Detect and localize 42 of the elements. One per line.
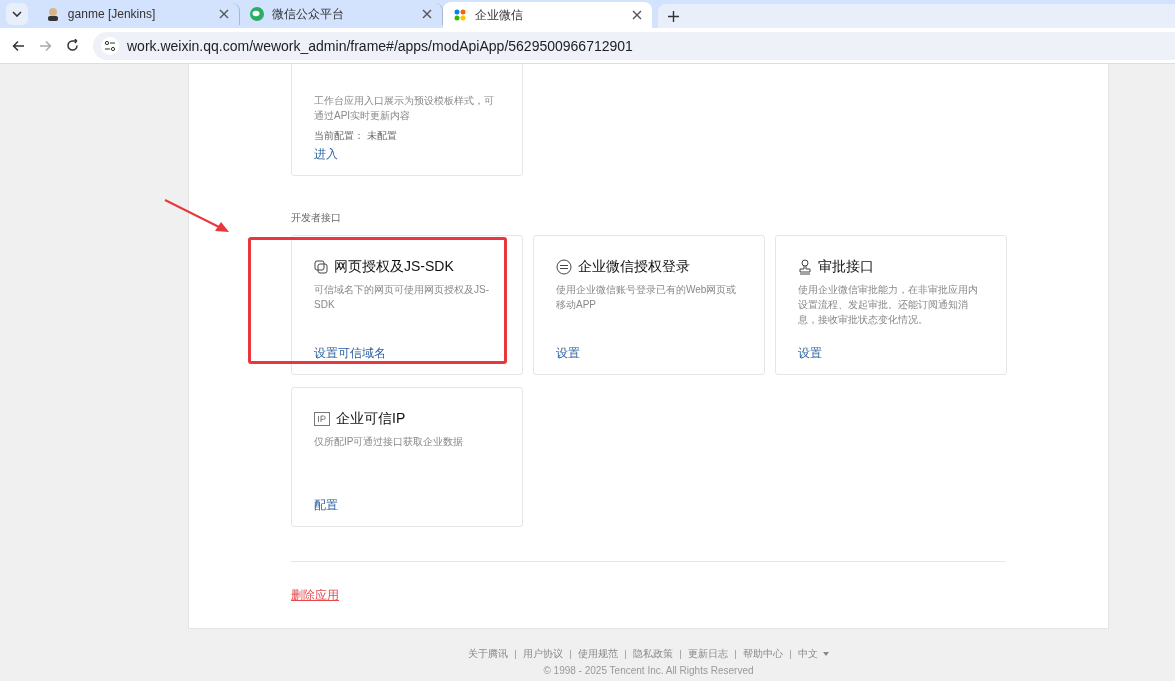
ip-badge-icon <box>314 412 330 426</box>
section-title: 开发者接口 <box>291 211 342 225</box>
card-description: 使用企业微信账号登录已有的Web网页或移动APP <box>556 283 738 312</box>
tab-title: 企业微信 <box>475 6 525 24</box>
annotation-arrow <box>163 198 231 234</box>
browser-tab[interactable]: ganme [Jenkins] <box>35 3 240 25</box>
enter-link[interactable]: 进入 <box>314 146 338 163</box>
close-icon[interactable] <box>218 9 229 19</box>
card-description: 可信域名下的网页可使用网页授权及JS-SDK <box>314 283 490 312</box>
settings-link[interactable]: 设置 <box>798 345 822 362</box>
card-title: 审批接口 <box>818 258 874 276</box>
card-description: 使用企业微信审批能力，在非审批应用内设置流程、发起审批。还能订阅通知消息，接收审批状态变化情况。 <box>798 283 979 327</box>
address-bar[interactable]: work.weixin.qq.com/wework_admin/frame#/apps/modApiApp/5629500966712901 <box>93 31 1175 60</box>
settings-link[interactable]: 设置 <box>556 345 580 362</box>
stamp-icon <box>798 259 812 275</box>
close-icon[interactable] <box>422 9 433 19</box>
exchange-circle-icon <box>556 259 572 275</box>
overlapping-squares-icon <box>314 260 328 274</box>
url-text: work.weixin.qq.com/wework_admin/frame#/apps/modApiApp/5629500966712901 <box>127 37 633 54</box>
tab-menu-button[interactable] <box>6 3 28 25</box>
settings-link[interactable]: 设置可信域名 <box>314 345 386 362</box>
delete-app-link[interactable]: 删除应用 <box>291 587 339 604</box>
back-arrow-icon[interactable] <box>12 39 25 52</box>
plus-icon[interactable] <box>668 10 680 22</box>
card-title: 网页授权及JS-SDK <box>334 258 454 276</box>
card-description: 仅所配IP可通过接口获取企业数据 <box>314 435 465 449</box>
card-title: 企业可信IP <box>336 410 406 428</box>
tab-title: 微信公众平台 <box>271 5 345 23</box>
copyright-text: © 1998 - 2025 Tencent Inc. All Rights Reserved <box>543 665 754 676</box>
site-settings-icon[interactable] <box>101 36 119 55</box>
card-title: 企业微信授权登录 <box>578 258 690 276</box>
card-description: 工作台应用入口展示为预设模板样式，可通过API实时更新内容 <box>314 94 495 123</box>
chat-bubbles-icon <box>249 7 264 21</box>
settings-link[interactable]: 配置 <box>314 497 338 514</box>
config-status: 当前配置： 未配置 <box>314 129 398 143</box>
reload-icon[interactable] <box>66 39 79 52</box>
browser-tab[interactable]: 企业微信 <box>443 2 653 28</box>
dropdown-caret-icon <box>823 652 829 656</box>
close-icon[interactable] <box>632 10 643 20</box>
tab-title: ganme [Jenkins] <box>67 7 157 21</box>
browser-tab[interactable]: 微信公众平台 <box>239 3 444 25</box>
chevron-down-icon <box>11 11 22 17</box>
